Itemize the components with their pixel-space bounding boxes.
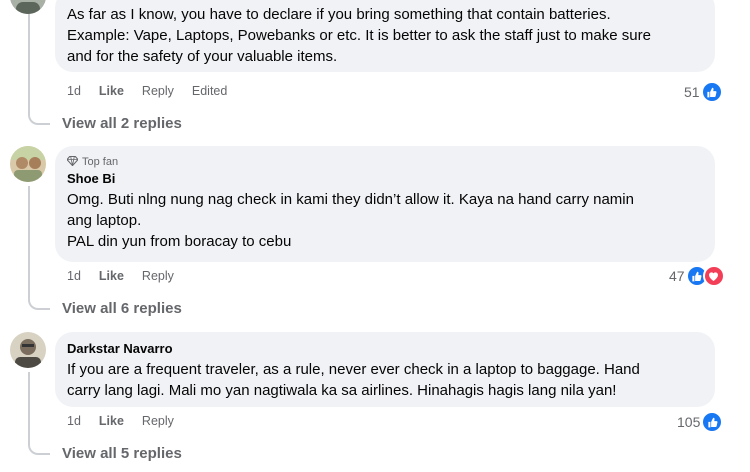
- comment-timestamp[interactable]: 1d: [67, 269, 81, 283]
- comment-author[interactable]: Darkstar Navarro: [67, 341, 703, 356]
- comment-actions: 1d Like Reply: [67, 414, 174, 428]
- reply-button[interactable]: Reply: [142, 84, 174, 98]
- view-replies-link[interactable]: View all 5 replies: [62, 445, 182, 462]
- comment-actions: 1d Like Reply Edited: [67, 84, 227, 98]
- comment-author[interactable]: Shoe Bi: [67, 171, 703, 186]
- like-icon: [701, 411, 724, 433]
- comment-text-line: Omg. Buti nlng nung nag check in kami th…: [67, 191, 634, 208]
- reaction-count: 105: [677, 414, 701, 430]
- like-icon: [700, 81, 723, 103]
- avatar[interactable]: [10, 146, 46, 182]
- reply-button[interactable]: Reply: [142, 269, 174, 283]
- top-fan-badge: Top fan: [82, 156, 119, 168]
- comment-bubble: Darkstar Navarro If you are a frequent t…: [55, 332, 715, 407]
- view-replies-link[interactable]: View all 6 replies: [62, 300, 182, 317]
- comment-text-line: ang laptop.: [67, 212, 142, 229]
- comment-actions: 1d Like Reply: [67, 269, 174, 283]
- comment-bubble: Top fan Shoe Bi Omg. Buti nlng nung nag …: [55, 146, 715, 262]
- badge-row: Top fan: [66, 154, 703, 170]
- comment-text-line: Example: Vape, Laptops, Powebanks or etc…: [67, 27, 651, 44]
- like-button[interactable]: Like: [99, 269, 124, 283]
- like-button[interactable]: Like: [99, 414, 124, 428]
- like-button[interactable]: Like: [99, 84, 124, 98]
- thread-connector: [28, 14, 50, 125]
- avatar[interactable]: [10, 0, 46, 14]
- comment-text-line: PAL din yun from boracay to cebu: [67, 233, 292, 250]
- reaction-summary[interactable]: 105: [677, 411, 724, 433]
- reaction-summary[interactable]: 47: [669, 265, 725, 287]
- reaction-count: 51: [684, 84, 700, 100]
- diamond-icon: [66, 155, 79, 169]
- comment-text-line: carry lang lagi. Mali mo yan nagtiwala k…: [67, 382, 617, 399]
- thread-connector: [28, 186, 50, 310]
- view-replies-link[interactable]: View all 2 replies: [62, 115, 182, 132]
- comment-text-line: and for the safety of your valuable item…: [67, 48, 338, 65]
- avatar[interactable]: [10, 332, 46, 368]
- reaction-count: 47: [669, 268, 685, 284]
- comment-timestamp[interactable]: 1d: [67, 84, 81, 98]
- love-icon: [702, 265, 725, 287]
- comment-text-line: If you are a frequent traveler, as a rul…: [67, 361, 640, 378]
- comment-bubble: As far as I know, you have to declare if…: [55, 0, 715, 72]
- thread-connector: [28, 372, 50, 455]
- reply-button[interactable]: Reply: [142, 414, 174, 428]
- edited-label[interactable]: Edited: [192, 84, 227, 98]
- reaction-summary[interactable]: 51: [684, 81, 723, 103]
- comment-timestamp[interactable]: 1d: [67, 414, 81, 428]
- comment-text-line: As far as I know, you have to declare if…: [67, 6, 611, 23]
